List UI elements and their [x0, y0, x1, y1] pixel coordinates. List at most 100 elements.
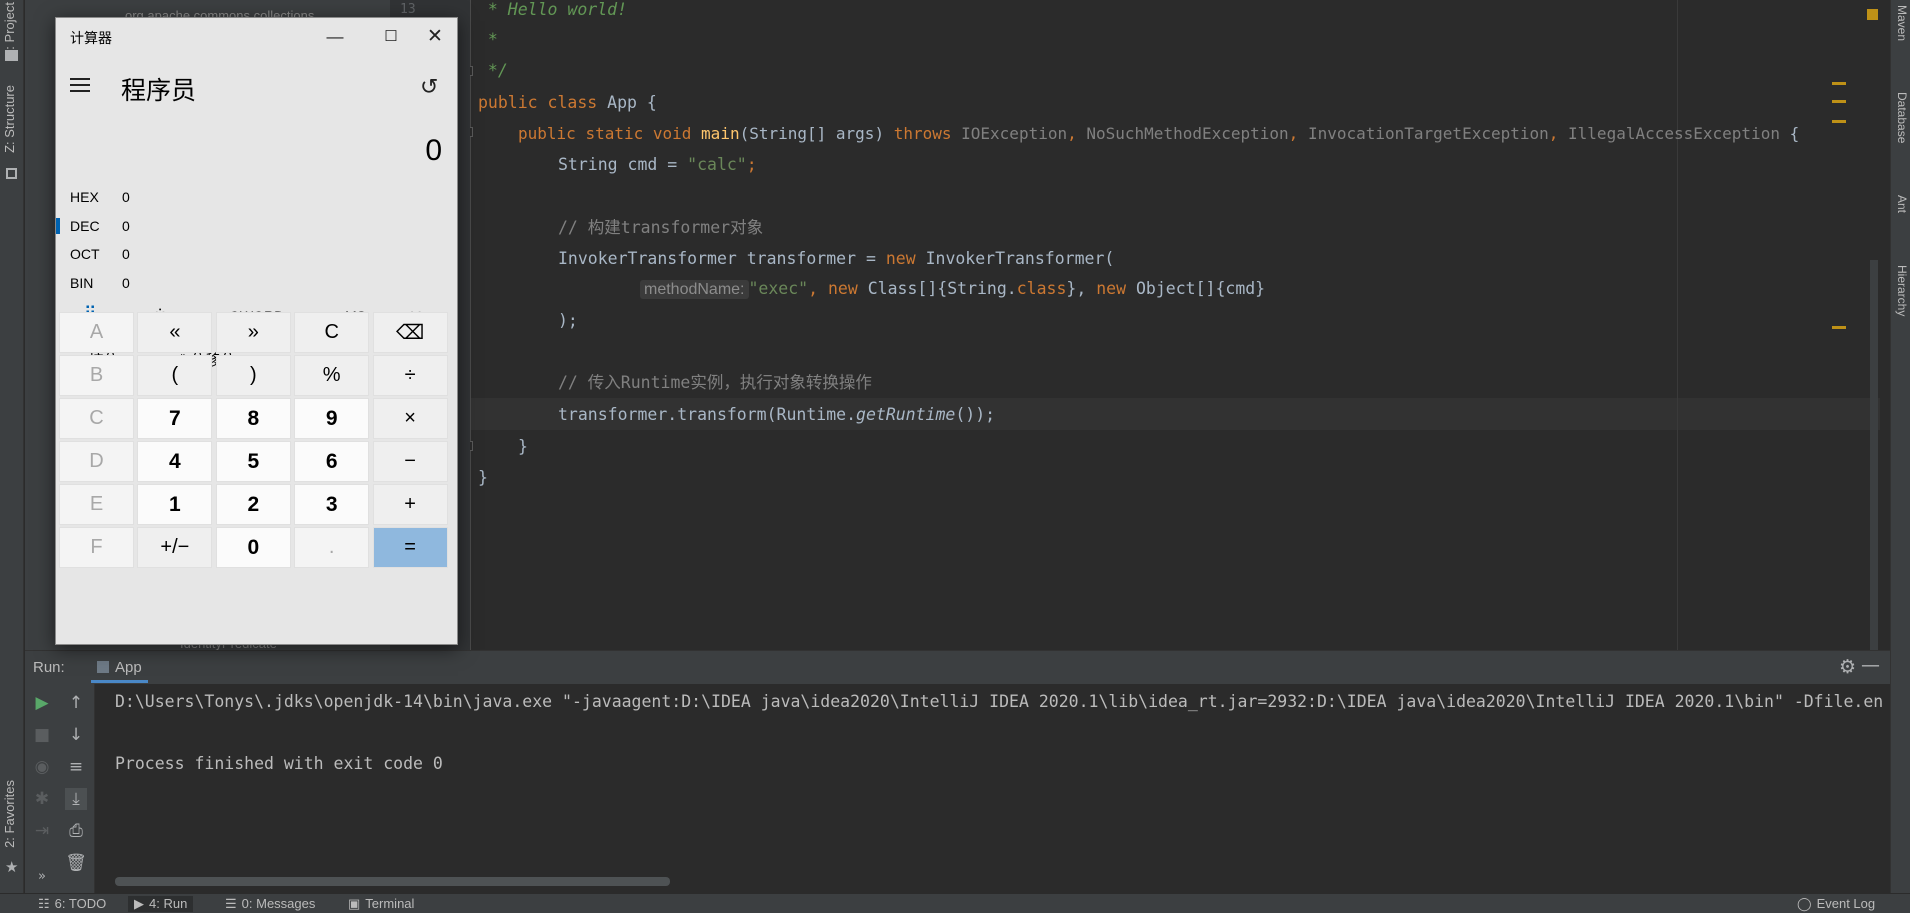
more-icon[interactable]: »: [31, 866, 53, 888]
minimize-icon[interactable]: —: [1861, 654, 1880, 676]
run-tool-tab[interactable]: ▶ 4: Run: [128, 896, 194, 912]
stop-icon[interactable]: ■: [31, 724, 53, 746]
application-icon: [97, 661, 109, 673]
stripe-mark[interactable]: [1832, 326, 1846, 329]
radix-dec-row[interactable]: DEC 0: [70, 218, 190, 240]
radix-bin-row[interactable]: BIN 0: [70, 275, 190, 297]
close-button[interactable]: ✕: [412, 22, 458, 52]
key-c[interactable]: C: [59, 398, 134, 439]
run-tab-app[interactable]: App: [91, 655, 148, 683]
key-a[interactable]: A: [59, 312, 134, 353]
key-b[interactable]: B: [59, 355, 134, 396]
todo-tab[interactable]: ☷ 6: TODO: [38, 896, 106, 912]
arrow-down-icon[interactable]: ↓: [65, 724, 87, 746]
run-console[interactable]: ▶ ↑ ■ ↓ ◉ ≡ ✱ ⤓ ⇥ ⎙ » 🗑 D:\Users\Tonys\.…: [25, 684, 1890, 893]
key-7[interactable]: 7: [137, 398, 213, 439]
key-shift-left[interactable]: «: [137, 312, 213, 353]
stripe-mark[interactable]: [1832, 120, 1846, 123]
list-icon: ☷: [38, 896, 50, 911]
key-negate[interactable]: +/−: [137, 527, 213, 568]
key-multiply[interactable]: ×: [372, 398, 448, 439]
key-2[interactable]: 2: [215, 484, 291, 525]
key-5[interactable]: 5: [215, 441, 291, 482]
key-decimal[interactable]: .: [294, 527, 370, 568]
key-1[interactable]: 1: [137, 484, 213, 525]
print-icon[interactable]: ⎙: [65, 820, 87, 842]
gear-icon[interactable]: ⚙: [1839, 656, 1856, 678]
radix-oct-row[interactable]: OCT 0: [70, 246, 190, 268]
hierarchy-tool-tab[interactable]: Hierarchy: [1895, 265, 1909, 316]
key-f[interactable]: F: [59, 527, 134, 568]
key-close-paren[interactable]: ): [215, 355, 291, 396]
soft-wrap-icon[interactable]: ≡: [65, 756, 87, 778]
code-editor[interactable]: * Hello world! * */ public class App { p…: [470, 0, 1880, 650]
screen: 1: Project Z: Structure 2: Favorites ★ o…: [0, 0, 1910, 913]
backspace-button[interactable]: ⌫: [372, 312, 448, 353]
key-d[interactable]: D: [59, 441, 134, 482]
radix-hex-row[interactable]: HEX 0: [70, 189, 190, 211]
fold-marker-icon[interactable]: [470, 127, 473, 137]
code-line: }: [518, 437, 528, 456]
code-line: );: [558, 311, 578, 330]
editor-vertical-scrollbar[interactable]: [1870, 260, 1878, 650]
key-9[interactable]: 9: [294, 398, 370, 439]
structure-tool-tab[interactable]: Z: Structure: [2, 85, 17, 153]
calculator-titlebar[interactable]: 计算器 — ☐ ✕: [56, 18, 457, 56]
key-8[interactable]: 8: [215, 398, 291, 439]
rerun-icon[interactable]: ▶: [31, 692, 53, 714]
calculator-mode-title: 程序员: [121, 77, 197, 105]
code-line: transformer.transform(Runtime.getRuntime…: [558, 405, 996, 424]
terminal-tab[interactable]: ▣ Terminal: [348, 896, 414, 912]
history-icon[interactable]: ↺: [420, 74, 438, 100]
search-bubble-icon: ◯: [1797, 896, 1812, 911]
selected-radix-indicator: [56, 218, 60, 234]
ant-tool-tab[interactable]: Ant: [1895, 195, 1909, 213]
maven-tool-tab[interactable]: Maven: [1895, 5, 1909, 41]
fold-marker-icon[interactable]: [470, 66, 473, 76]
messages-tab[interactable]: ☰ 0: Messages: [225, 896, 315, 912]
key-3[interactable]: 3: [294, 484, 370, 525]
key-subtract[interactable]: −: [372, 441, 448, 482]
trash-icon[interactable]: 🗑: [65, 852, 87, 874]
key-open-paren[interactable]: (: [137, 355, 213, 396]
code-line: }: [478, 468, 488, 487]
console-line: Process finished with exit code 0: [115, 754, 443, 773]
bottom-tool-window-bar: ☷ 6: TODO ▶ 4: Run ☰ 0: Messages ▣ Terminal …: [0, 893, 1910, 913]
window-title: 计算器: [70, 30, 112, 46]
key-divide[interactable]: ÷: [372, 355, 448, 396]
calculator-window[interactable]: 计算器 — ☐ ✕ 程序员 ↺ 0 HEX0 DEC0 OCT0 BIN0 ⠿ …: [55, 17, 458, 645]
key-0[interactable]: 0: [215, 527, 291, 568]
arrow-up-icon[interactable]: ↑: [65, 692, 87, 714]
fold-marker-icon[interactable]: [470, 441, 473, 451]
maximize-button[interactable]: ☐: [368, 22, 414, 52]
favorites-tool-tab[interactable]: 2: Favorites: [2, 780, 17, 848]
key-add[interactable]: +: [372, 484, 448, 525]
scroll-to-end-icon[interactable]: ⤓: [65, 788, 87, 810]
minimize-button[interactable]: —: [312, 22, 358, 52]
gutter-separator: [470, 0, 471, 650]
key-shift-right[interactable]: »: [215, 312, 291, 353]
exit-icon[interactable]: ⇥: [31, 820, 53, 842]
run-label: Run:: [33, 659, 65, 676]
key-modulo[interactable]: %: [294, 355, 370, 396]
code-line: methodName: "exec", new Class[]{String.cl…: [640, 274, 1265, 304]
warning-indicator-icon[interactable]: [1867, 9, 1878, 20]
event-log-tab[interactable]: ◯ Event Log: [1797, 896, 1875, 912]
settings-icon[interactable]: ✱: [31, 788, 53, 810]
code-line: */: [478, 61, 508, 80]
key-clear[interactable]: C: [294, 312, 370, 353]
camera-icon[interactable]: ◉: [31, 756, 53, 778]
project-tool-tab[interactable]: 1: Project: [2, 2, 17, 57]
hamburger-menu-icon[interactable]: [70, 78, 90, 92]
console-horizontal-scrollbar[interactable]: [115, 877, 670, 886]
star-icon: ★: [5, 858, 19, 876]
code-line: public static void main(String[] args) t…: [518, 124, 1800, 143]
stripe-mark[interactable]: [1832, 82, 1846, 85]
key-e[interactable]: E: [59, 484, 134, 525]
stripe-mark[interactable]: [1832, 100, 1846, 103]
key-equals[interactable]: =: [372, 527, 448, 568]
database-tool-tab[interactable]: Database: [1895, 92, 1909, 143]
code-line: String cmd = "calc";: [558, 155, 757, 174]
key-4[interactable]: 4: [137, 441, 213, 482]
key-6[interactable]: 6: [294, 441, 370, 482]
